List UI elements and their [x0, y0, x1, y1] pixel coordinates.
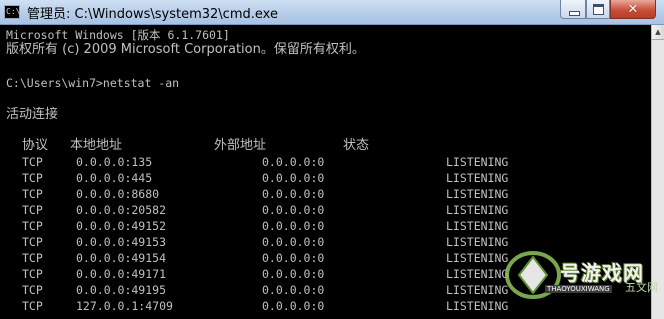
cell-local-address: 0.0.0.0:49152 — [76, 219, 167, 233]
cell-foreign-address: 0.0.0.0:0 — [262, 235, 325, 249]
cell-foreign-address: 0.0.0.0:0 — [262, 267, 325, 281]
cell-state: LISTENING — [446, 299, 509, 313]
command-prompt-line: C:\Users\win7>netstat -an — [6, 76, 180, 90]
cell-state: LISTENING — [446, 219, 509, 233]
cell-protocol: TCP — [22, 187, 43, 201]
vertical-scrollbar[interactable]: ▲ — [651, 25, 664, 319]
column-header-protocol: 协议 — [22, 138, 49, 153]
cell-foreign-address: 0.0.0.0:0 — [262, 299, 325, 313]
version-line: Microsoft Windows [版本 6.1.7601] — [6, 28, 230, 42]
cmd-app-icon[interactable]: C:\ — [4, 5, 20, 19]
minimize-button[interactable] — [560, 0, 586, 19]
cell-local-address: 0.0.0.0:8680 — [76, 187, 160, 201]
copyright-line: 版权所有 (c) 2009 Microsoft Corporation。保留所有… — [6, 42, 365, 57]
cell-protocol: TCP — [22, 155, 43, 169]
title-bar[interactable]: C:\ 管理员: C:\Windows\system32\cmd.exe ✕ — [0, 0, 664, 25]
cell-protocol: TCP — [22, 267, 43, 281]
close-button[interactable]: ✕ — [610, 0, 656, 19]
cell-local-address: 0.0.0.0:49171 — [76, 267, 167, 281]
console-output[interactable]: Microsoft Windows [版本 6.1.7601] 版权所有 (c)… — [0, 25, 651, 319]
cell-protocol: TCP — [22, 299, 43, 313]
cell-foreign-address: 0.0.0.0:0 — [262, 251, 325, 265]
cell-local-address: 0.0.0.0:135 — [76, 155, 153, 169]
cell-state: LISTENING — [446, 203, 509, 217]
minimize-icon — [561, 0, 585, 18]
cell-state: LISTENING — [446, 171, 509, 185]
cell-state: LISTENING — [446, 155, 509, 169]
cell-foreign-address: 0.0.0.0:0 — [262, 187, 325, 201]
maximize-button[interactable] — [586, 0, 610, 19]
column-header-local-address: 本地地址 — [70, 138, 123, 153]
cell-state: LISTENING — [446, 187, 509, 201]
cell-local-address: 0.0.0.0:49195 — [76, 283, 167, 297]
section-title: 活动连接 — [6, 107, 59, 122]
cell-protocol: TCP — [22, 283, 43, 297]
cell-protocol: TCP — [22, 203, 43, 217]
cell-protocol: TCP — [22, 251, 43, 265]
scroll-up-arrow-icon[interactable]: ▲ — [652, 25, 664, 40]
cell-state: LISTENING — [446, 267, 509, 281]
column-header-state: 状态 — [343, 138, 370, 153]
cell-state: LISTENING — [446, 283, 509, 297]
cell-foreign-address: 0.0.0.0:0 — [262, 219, 325, 233]
maximize-icon — [587, 0, 609, 18]
cell-local-address: 0.0.0.0:20582 — [76, 203, 167, 217]
cell-foreign-address: 0.0.0.0:0 — [262, 283, 325, 297]
cell-local-address: 0.0.0.0:49154 — [76, 251, 167, 265]
cell-protocol: TCP — [22, 171, 43, 185]
cell-foreign-address: 0.0.0.0:0 — [262, 171, 325, 185]
cell-protocol: TCP — [22, 219, 43, 233]
cell-state: LISTENING — [446, 251, 509, 265]
cell-local-address: 127.0.0.1:4709 — [76, 299, 173, 313]
cell-foreign-address: 0.0.0.0:0 — [262, 155, 325, 169]
cell-protocol: TCP — [22, 235, 43, 249]
cell-foreign-address: 0.0.0.0:0 — [262, 203, 325, 217]
cell-state: LISTENING — [446, 235, 509, 249]
column-header-foreign-address: 外部地址 — [214, 138, 267, 153]
cell-local-address: 0.0.0.0:445 — [76, 171, 153, 185]
close-icon: ✕ — [627, 2, 639, 17]
window-title: 管理员: C:\Windows\system32\cmd.exe — [27, 7, 278, 22]
cell-local-address: 0.0.0.0:49153 — [76, 235, 167, 249]
